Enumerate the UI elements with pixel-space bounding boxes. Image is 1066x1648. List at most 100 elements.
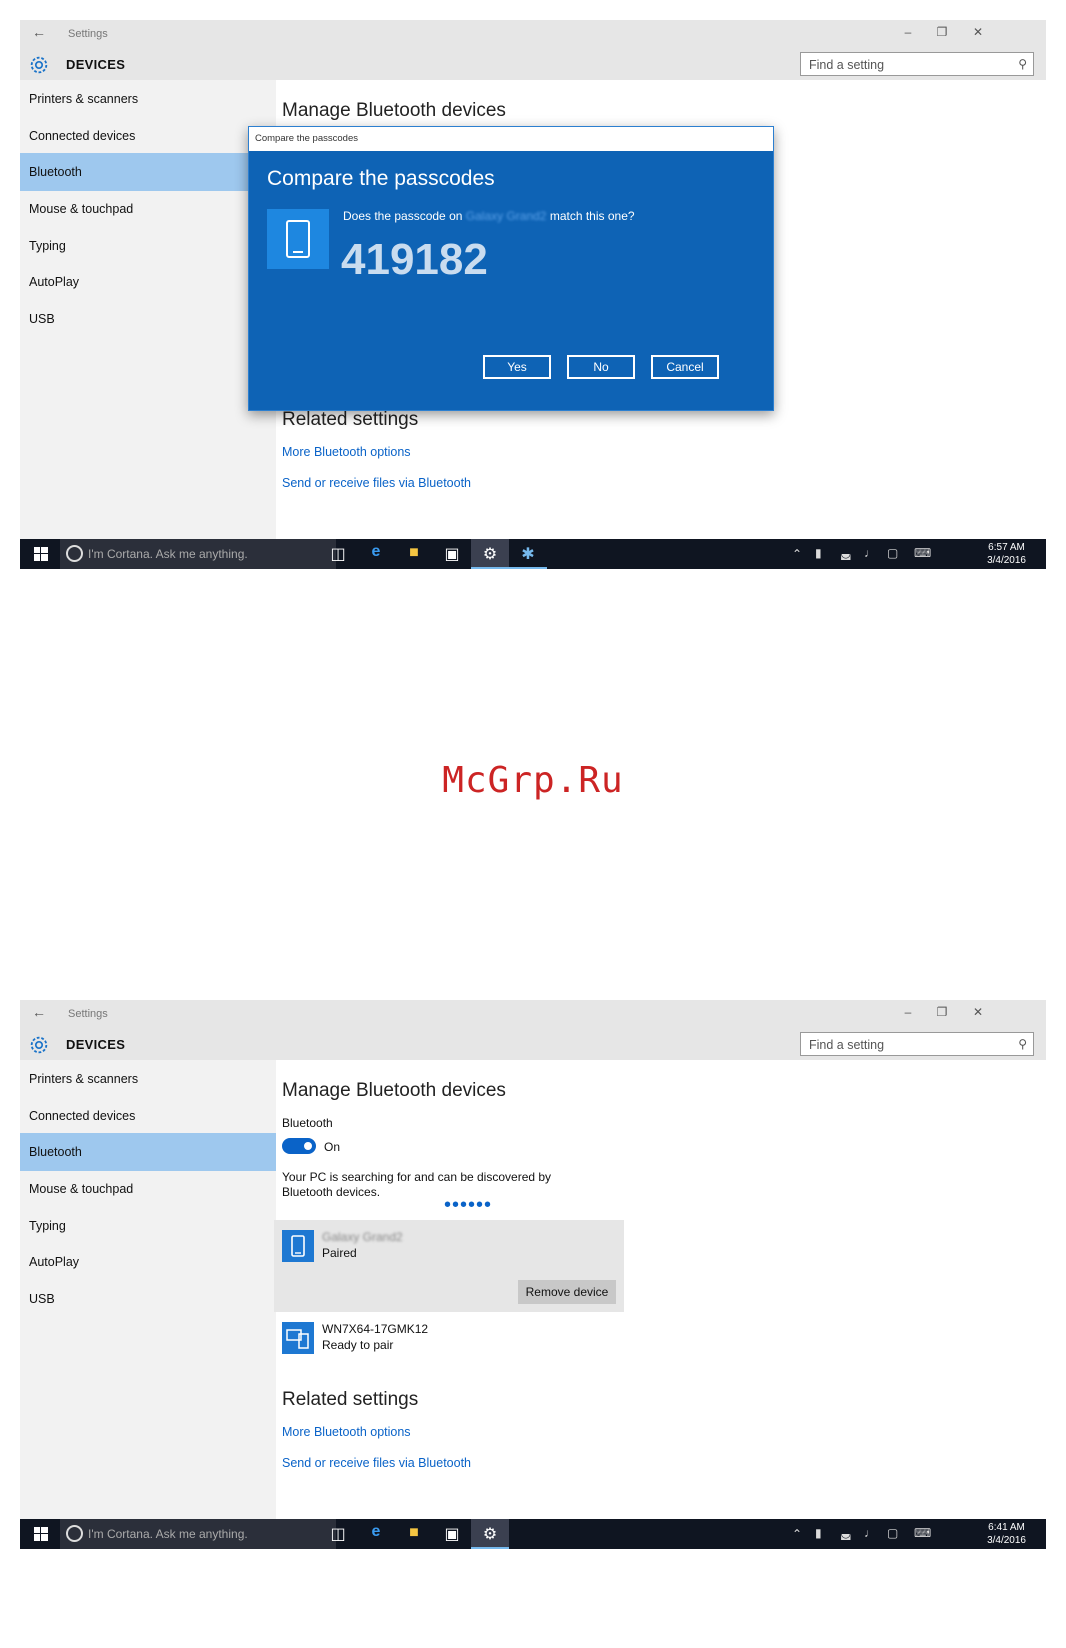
sidebar-item-typing[interactable]: Typing bbox=[20, 1207, 276, 1245]
computer-icon bbox=[282, 1322, 314, 1354]
restore-icon[interactable]: ❐ bbox=[932, 25, 952, 39]
sidebar-item-bluetooth[interactable]: Bluetooth bbox=[20, 153, 276, 191]
file-explorer-icon[interactable]: ■ bbox=[402, 544, 426, 562]
back-arrow-icon[interactable]: ← bbox=[32, 24, 46, 40]
question-suffix: match this one? bbox=[549, 209, 635, 223]
passcode-value: 419182 bbox=[341, 235, 488, 284]
passcode-question: Does the passcode on Galaxy Grand2 match… bbox=[343, 209, 635, 223]
related-settings-title: Related settings bbox=[282, 1389, 419, 1410]
sidebar-item-autoplay[interactable]: AutoPlay bbox=[20, 263, 276, 301]
action-center-icon[interactable]: ▢ bbox=[887, 1526, 898, 1540]
search-input[interactable]: Find a setting ⚲ bbox=[800, 52, 1034, 76]
sidebar-item-mouse[interactable]: Mouse & touchpad bbox=[20, 1170, 276, 1208]
dialog-title-bar: Compare the passcodes bbox=[249, 127, 773, 151]
gear-icon bbox=[30, 1036, 48, 1054]
clock[interactable]: 6:57 AM 3/4/2016 bbox=[987, 541, 1026, 567]
cortana-placeholder: I'm Cortana. Ask me anything. bbox=[88, 547, 248, 561]
close-icon[interactable]: ✕ bbox=[968, 25, 988, 39]
screenshot-device-list: ← Settings – ❐ ✕ DEVICES Find a setting … bbox=[20, 1000, 1046, 1549]
related-settings-title: Related settings bbox=[282, 409, 419, 430]
search-icon[interactable]: ⚲ bbox=[1018, 1037, 1027, 1051]
device-card-ready[interactable]: WN7X64-17GMK12 Ready to pair bbox=[282, 1320, 622, 1356]
windows-start-icon[interactable] bbox=[34, 547, 48, 561]
edge-icon[interactable]: e bbox=[364, 543, 388, 561]
sidebar-item-usb[interactable]: USB bbox=[20, 1280, 276, 1318]
volume-icon[interactable]: ♩ bbox=[864, 546, 876, 560]
bluetooth-toggle[interactable] bbox=[282, 1138, 316, 1154]
more-bluetooth-options-link[interactable]: More Bluetooth options bbox=[282, 1425, 411, 1439]
main-content: Manage Bluetooth devices Bluetooth On Yo… bbox=[274, 1060, 1046, 1519]
edge-icon[interactable]: e bbox=[364, 1523, 388, 1541]
battery-icon[interactable]: ▮ bbox=[815, 1526, 822, 1540]
clock-time: 6:57 AM bbox=[988, 542, 1025, 553]
searching-text: Your PC is searching for and can be disc… bbox=[282, 1170, 552, 1199]
search-icon[interactable]: ⚲ bbox=[1018, 57, 1027, 71]
no-button[interactable]: No bbox=[567, 355, 635, 379]
sidebar-item-autoplay[interactable]: AutoPlay bbox=[20, 1243, 276, 1281]
toggle-state-label: On bbox=[324, 1140, 341, 1154]
phone-icon bbox=[267, 209, 329, 269]
store-icon[interactable]: ▣ bbox=[440, 544, 464, 564]
taskbar: I'm Cortana. Ask me anything. ◫ e ■ ▣ ⚙ … bbox=[20, 1519, 1046, 1549]
searching-progress-dots: •••••• bbox=[444, 1194, 493, 1216]
task-view-icon[interactable]: ◫ bbox=[326, 544, 350, 564]
question-prefix: Does the passcode on bbox=[343, 209, 463, 223]
dialog-window-title: Compare the passcodes bbox=[255, 133, 358, 144]
yes-button[interactable]: Yes bbox=[483, 355, 551, 379]
keyboard-icon[interactable]: ⌨ bbox=[914, 1526, 931, 1540]
send-receive-files-link[interactable]: Send or receive files via Bluetooth bbox=[282, 476, 471, 490]
chevron-up-icon[interactable]: ⌃ bbox=[792, 547, 802, 561]
device-name: Galaxy Grand2 bbox=[322, 1230, 403, 1244]
sidebar-item-connected-devices[interactable]: Connected devices bbox=[20, 117, 276, 155]
clock-date: 3/4/2016 bbox=[987, 1535, 1026, 1546]
device-status: Ready to pair bbox=[322, 1338, 394, 1352]
device-card-paired[interactable]: Galaxy Grand2 Paired Remove device bbox=[274, 1220, 624, 1312]
volume-icon[interactable]: ♩ bbox=[864, 1526, 876, 1540]
windows-start-icon[interactable] bbox=[34, 1527, 48, 1541]
sidebar-item-connected-devices[interactable]: Connected devices bbox=[20, 1097, 276, 1135]
store-icon[interactable]: ▣ bbox=[440, 1524, 464, 1544]
sidebar-item-typing[interactable]: Typing bbox=[20, 227, 276, 265]
minimize-icon[interactable]: – bbox=[898, 25, 918, 39]
restore-icon[interactable]: ❐ bbox=[932, 1005, 952, 1019]
keyboard-icon[interactable]: ⌨ bbox=[914, 546, 931, 560]
dialog-heading: Compare the passcodes bbox=[267, 167, 495, 190]
wifi-icon[interactable]: ◛ bbox=[840, 546, 852, 560]
more-bluetooth-options-link[interactable]: More Bluetooth options bbox=[282, 445, 411, 459]
clock-time: 6:41 AM bbox=[988, 1522, 1025, 1533]
search-placeholder: Find a setting bbox=[809, 58, 885, 72]
sidebar: Printers & scanners Connected devices Bl… bbox=[20, 80, 276, 539]
minimize-icon[interactable]: – bbox=[898, 1005, 918, 1019]
bluetooth-label: Bluetooth bbox=[282, 1116, 333, 1130]
section-title: DEVICES bbox=[66, 1037, 126, 1052]
sidebar-item-mouse[interactable]: Mouse & touchpad bbox=[20, 190, 276, 228]
search-input[interactable]: Find a setting ⚲ bbox=[800, 1032, 1034, 1056]
title-bar: ← Settings – ❐ ✕ DEVICES Find a setting … bbox=[20, 1000, 1046, 1060]
send-receive-files-link[interactable]: Send or receive files via Bluetooth bbox=[282, 1456, 471, 1470]
clock-date: 3/4/2016 bbox=[987, 555, 1026, 566]
battery-icon[interactable]: ▮ bbox=[815, 546, 822, 560]
chevron-up-icon[interactable]: ⌃ bbox=[792, 1527, 802, 1541]
active-indicator bbox=[471, 1547, 509, 1549]
file-explorer-icon[interactable]: ■ bbox=[402, 1524, 426, 1542]
back-arrow-icon[interactable]: ← bbox=[32, 1004, 46, 1020]
cortana-search-box[interactable]: I'm Cortana. Ask me anything. bbox=[60, 539, 336, 569]
task-view-icon[interactable]: ◫ bbox=[326, 1524, 350, 1544]
watermark-text: McGrp.Ru bbox=[442, 760, 624, 801]
cortana-search-box[interactable]: I'm Cortana. Ask me anything. bbox=[60, 1519, 336, 1549]
wifi-icon[interactable]: ◛ bbox=[840, 1526, 852, 1540]
close-icon[interactable]: ✕ bbox=[968, 1005, 988, 1019]
running-indicator bbox=[509, 567, 547, 569]
settings-taskbar-icon[interactable]: ⚙ bbox=[478, 544, 502, 564]
cancel-button[interactable]: Cancel bbox=[651, 355, 719, 379]
sidebar-item-bluetooth[interactable]: Bluetooth bbox=[20, 1133, 276, 1171]
settings-taskbar-icon[interactable]: ⚙ bbox=[478, 1524, 502, 1544]
sidebar-item-printers[interactable]: Printers & scanners bbox=[20, 1060, 276, 1098]
bluetooth-taskbar-icon[interactable]: ✱ bbox=[516, 544, 540, 564]
remove-device-button[interactable]: Remove device bbox=[518, 1280, 616, 1304]
sidebar-item-printers[interactable]: Printers & scanners bbox=[20, 80, 276, 118]
sidebar-item-usb[interactable]: USB bbox=[20, 300, 276, 338]
page-title: Manage Bluetooth devices bbox=[282, 100, 506, 121]
action-center-icon[interactable]: ▢ bbox=[887, 546, 898, 560]
clock[interactable]: 6:41 AM 3/4/2016 bbox=[987, 1521, 1026, 1547]
